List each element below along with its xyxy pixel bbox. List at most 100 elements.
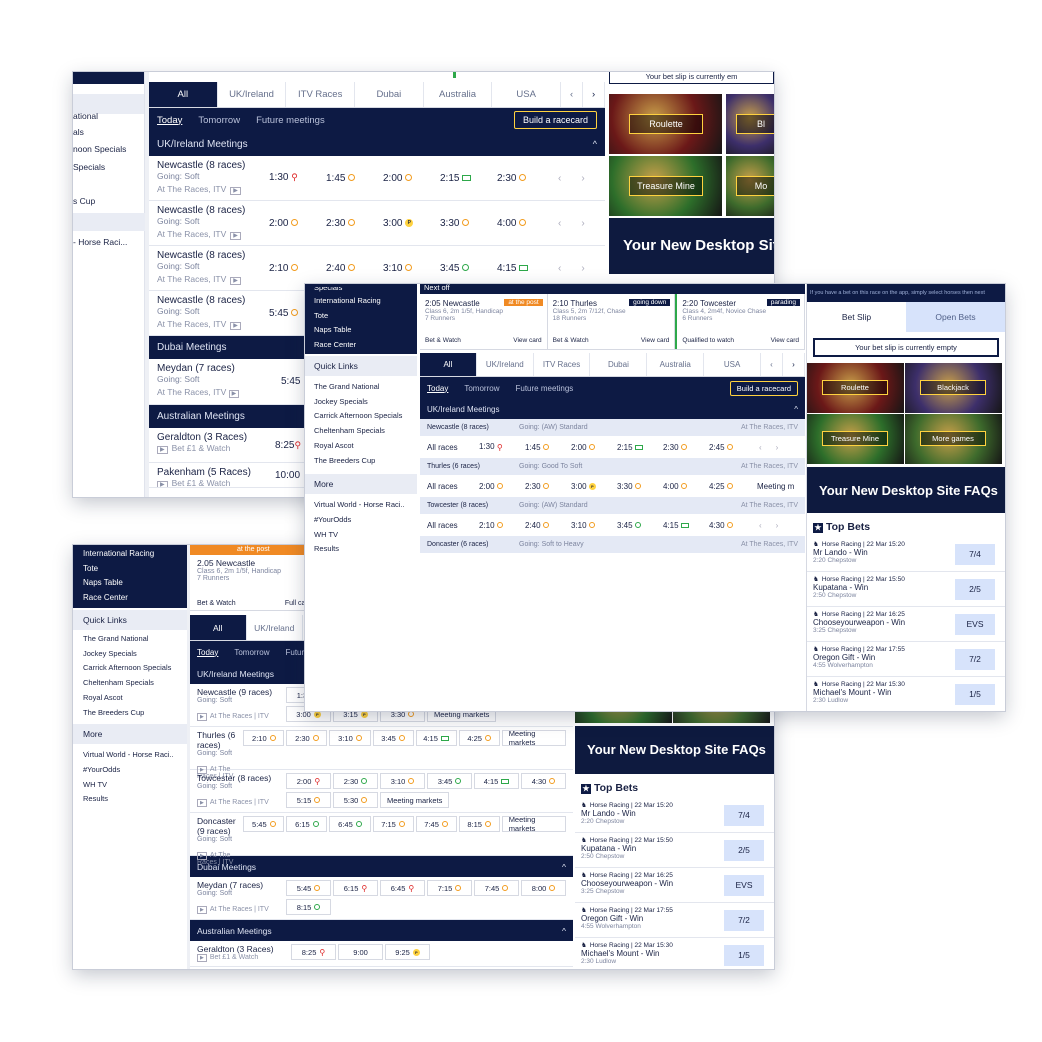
tab-itvraces[interactable]: ITV Races bbox=[286, 82, 356, 107]
sidebar-item-naps[interactable]: Naps Table bbox=[83, 576, 177, 591]
odds-button[interactable]: 2/5 bbox=[724, 840, 764, 861]
race-time-slot[interactable]: 4:00 bbox=[663, 482, 709, 491]
tab-ukireland[interactable]: UK/Ireland bbox=[477, 353, 534, 376]
day-today[interactable]: Today bbox=[157, 115, 182, 126]
odds-button[interactable]: 7/4 bbox=[724, 805, 764, 826]
race-time-cell[interactable]: 8:15 bbox=[286, 899, 331, 915]
race-time[interactable]: 3:45 bbox=[438, 777, 453, 786]
race-time-slot[interactable]: 1:30 ⚲ bbox=[269, 172, 326, 183]
race-time-slot[interactable]: 3:10 bbox=[571, 521, 617, 530]
race-time-slot[interactable]: 3:30 bbox=[440, 218, 497, 229]
race-time[interactable]: 2:00 bbox=[297, 777, 312, 786]
race-time[interactable]: 3:30 bbox=[617, 482, 633, 491]
chevron-right-icon[interactable]: › bbox=[581, 263, 584, 274]
race-time-slot[interactable]: 3:10 bbox=[383, 263, 440, 274]
uk-meetings-header[interactable]: UK/Ireland Meetings ^ bbox=[149, 132, 605, 156]
race-time-cell[interactable]: 5:15 bbox=[286, 792, 331, 808]
dubai-meetings-header[interactable]: Dubai Meetings ^ bbox=[190, 856, 573, 877]
tab-all[interactable]: All bbox=[420, 353, 477, 376]
race-time[interactable]: 4:25 bbox=[467, 734, 482, 743]
sidebar-item-tote[interactable]: Tote bbox=[83, 562, 177, 577]
top-bet-item[interactable]: ♞ Horse Racing | 22 Mar 15:30 Michael's Mo… bbox=[575, 938, 774, 969]
race-time[interactable]: 2:10 bbox=[479, 521, 495, 530]
game-tile[interactable]: Roulette bbox=[609, 94, 722, 154]
quick-link[interactable]: Jockey Specials bbox=[83, 647, 177, 662]
quick-link[interactable]: Carrick Afternoon Specials bbox=[83, 661, 177, 676]
race-time[interactable]: 4:00 bbox=[663, 482, 679, 491]
odds-button[interactable]: 1/5 bbox=[724, 945, 764, 966]
quick-link[interactable]: The Breeders Cup bbox=[314, 454, 408, 469]
bet-slip-tab[interactable]: Bet Slip bbox=[807, 302, 906, 332]
meeting-markets-button[interactable]: Meeting markets bbox=[501, 815, 567, 833]
race-time-slot[interactable]: 2:10 bbox=[269, 263, 326, 274]
race-time-cell[interactable]: 3:45 bbox=[427, 773, 472, 789]
meeting-markets-button[interactable]: Meeting markets bbox=[501, 729, 567, 747]
chevron-left-icon[interactable]: ‹ bbox=[561, 82, 584, 107]
race-time-slot[interactable]: 2:40 bbox=[525, 521, 571, 530]
meeting-name[interactable]: Newcastle (8 races) bbox=[157, 295, 269, 306]
race-time-cell[interactable]: 6:45 ⚲ bbox=[380, 880, 425, 896]
view-card-link[interactable]: View card bbox=[641, 337, 669, 344]
top-bet-item[interactable]: ♞ Horse Racing | 22 Mar 15:20 Mr Lando - W… bbox=[807, 537, 1005, 572]
race-time-slot[interactable]: 2:40 bbox=[326, 263, 383, 274]
sidebar-item-race-center[interactable]: Race Center bbox=[83, 591, 177, 606]
game-tile[interactable]: Mo bbox=[726, 156, 774, 216]
race-time[interactable]: 8:25 bbox=[275, 440, 294, 451]
sidebar-item-tote[interactable]: Tote bbox=[314, 309, 408, 324]
chevron-left-icon[interactable]: ‹ bbox=[558, 218, 561, 229]
race-time[interactable]: 2:30 bbox=[663, 443, 679, 452]
race-time-slot[interactable]: 3:45 bbox=[440, 263, 497, 274]
uk-meetings-header[interactable]: UK/Ireland Meetings ^ bbox=[420, 399, 805, 419]
race-time[interactable]: 6:45 bbox=[338, 820, 353, 829]
race-time[interactable]: 3:10 bbox=[383, 263, 402, 274]
race-time[interactable]: 5:45 bbox=[269, 308, 288, 319]
race-time[interactable]: 7:15 bbox=[438, 884, 453, 893]
sidebar-item-intl[interactable]: International Racing bbox=[83, 547, 177, 562]
race-time[interactable]: 1:45 bbox=[525, 443, 541, 452]
race-time-slot[interactable]: 2:30 bbox=[497, 173, 554, 184]
race-time[interactable]: 8:15 bbox=[467, 820, 482, 829]
race-time-slot[interactable]: 4:25 bbox=[709, 482, 755, 491]
top-bet-item[interactable]: ♞ Horse Racing | 22 Mar 17:55 Oregon Gift … bbox=[575, 903, 774, 938]
race-time[interactable]: 5:15 bbox=[297, 796, 312, 805]
chevron-right-icon[interactable]: › bbox=[581, 218, 584, 229]
race-time-slot[interactable]: 2:00 bbox=[571, 443, 617, 452]
chevron-right-icon[interactable]: › bbox=[776, 521, 779, 530]
race-time-cell[interactable]: 8:25 ⚲ bbox=[291, 944, 336, 960]
race-time-slot[interactable]: 2:00 bbox=[383, 173, 440, 184]
race-time[interactable]: 9:25 bbox=[395, 948, 410, 957]
watch-link[interactable]: Bet & Watch bbox=[197, 600, 236, 607]
race-time[interactable]: 3:10 bbox=[338, 734, 353, 743]
day-tomorrow[interactable]: Tomorrow bbox=[464, 384, 499, 393]
race-time[interactable]: 7:45 bbox=[485, 884, 500, 893]
race-time-cell[interactable]: 9:25 P bbox=[385, 944, 430, 960]
tab-australia[interactable]: Australia bbox=[647, 353, 705, 376]
day-today[interactable]: Today bbox=[427, 384, 448, 393]
top-bet-item[interactable]: ♞ Horse Racing | 22 Mar 16:25 Chooseyourwe… bbox=[575, 868, 774, 903]
game-tile[interactable]: Treasure Mine bbox=[609, 156, 722, 216]
odds-button[interactable]: EVS bbox=[955, 614, 995, 635]
faq-banner[interactable]: Your New Desktop Site FAQs bbox=[575, 726, 774, 774]
quick-link[interactable]: The Breeders Cup bbox=[83, 706, 177, 721]
race-time-slot[interactable]: 3:00 P bbox=[571, 482, 617, 491]
more-link[interactable]: Results bbox=[314, 542, 408, 557]
top-bet-item[interactable]: ♞ Horse Racing | 22 Mar 15:50 Kupatana - W… bbox=[575, 833, 774, 868]
more-link[interactable]: Virtual World - Horse Raci.. bbox=[314, 498, 408, 513]
quick-link[interactable]: Jockey Specials bbox=[314, 395, 408, 410]
tab-australia[interactable]: Australia bbox=[424, 82, 493, 107]
next-off-card[interactable]: 2:05 Newcastle at the post Class 6, 2m 1/5… bbox=[420, 294, 548, 349]
game-tile[interactable]: Blackjack bbox=[905, 363, 1002, 413]
race-time[interactable]: 2:30 bbox=[344, 777, 359, 786]
aus-meetings-header[interactable]: Australian Meetings ^ bbox=[190, 920, 573, 941]
quick-link[interactable]: The Grand National bbox=[83, 632, 177, 647]
race-time[interactable]: 3:00 bbox=[383, 218, 402, 229]
tab-dubai[interactable]: Dubai bbox=[355, 82, 424, 107]
top-bet-item[interactable]: ♞ Horse Racing | 22 Mar 17:55 Oregon Gift … bbox=[807, 642, 1005, 677]
more-link[interactable]: WH TV bbox=[83, 778, 177, 793]
race-time[interactable]: 8:15 bbox=[297, 903, 312, 912]
race-time[interactable]: 3:10 bbox=[571, 521, 587, 530]
sidebar-item-intl[interactable]: International Racing bbox=[314, 294, 408, 309]
race-time[interactable]: 1:30 bbox=[479, 442, 495, 451]
race-time[interactable]: 2:00 bbox=[383, 173, 402, 184]
meeting-name[interactable]: Newcastle (8 races) bbox=[157, 160, 269, 171]
